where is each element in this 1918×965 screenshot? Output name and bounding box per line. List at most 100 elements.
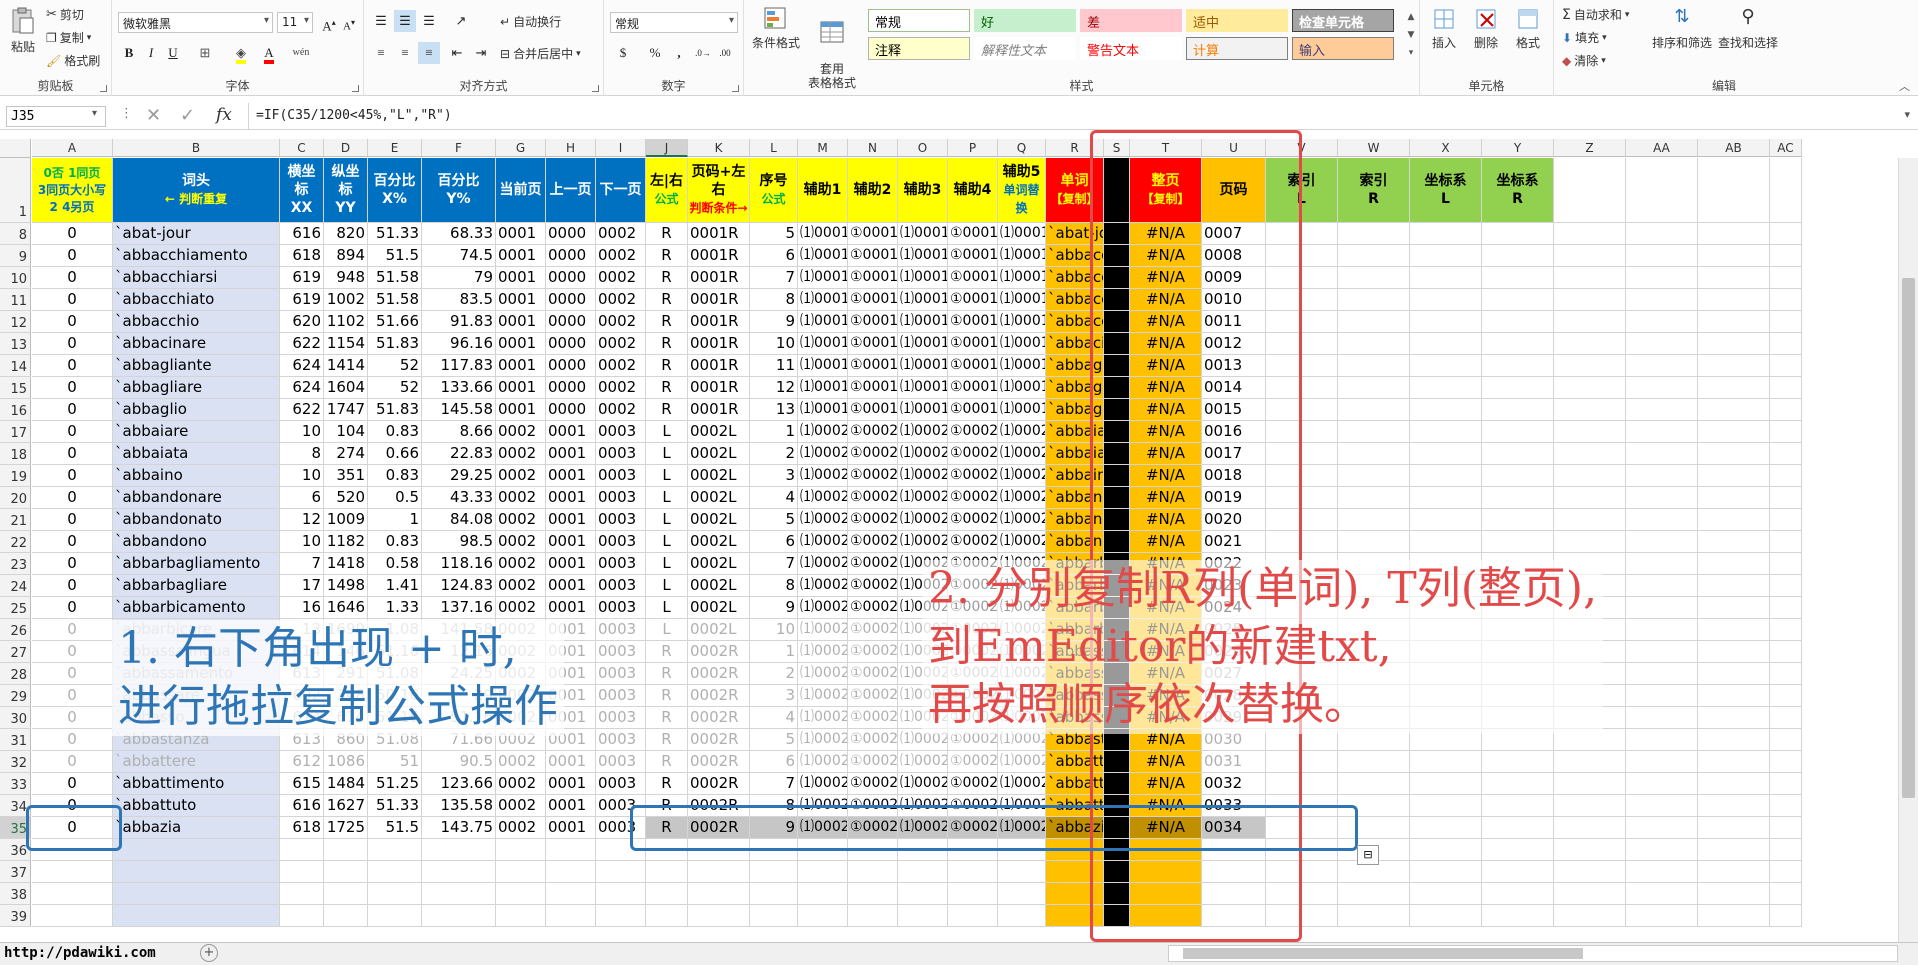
cell-z21[interactable] — [1554, 509, 1626, 531]
cell-aa26[interactable] — [1626, 619, 1698, 641]
cell-b16[interactable]: `abbaglio — [113, 399, 280, 421]
cell-a8[interactable]: 0 — [32, 223, 113, 245]
cell-m10[interactable]: ⑴0001_ — [798, 267, 848, 289]
cell-b20[interactable]: `abbandonare — [113, 487, 280, 509]
cell-t9[interactable]: #N/A — [1130, 245, 1202, 267]
cell-q12[interactable]: ⑴0001_ — [998, 311, 1046, 333]
cell-aa19[interactable] — [1626, 465, 1698, 487]
cell-h22[interactable]: 0001 — [546, 531, 596, 553]
cell-g22[interactable]: 0002 — [496, 531, 546, 553]
cell-f10[interactable]: 79 — [422, 267, 496, 289]
cell-m16[interactable]: ⑴0001_ — [798, 399, 848, 421]
column-header-l[interactable]: L — [750, 139, 798, 157]
cell-o35[interactable]: ⑴0002_ — [898, 817, 948, 839]
cell-r33[interactable]: `abbattimento — [1046, 773, 1104, 795]
header-cell-g[interactable]: 当前页 — [496, 158, 546, 223]
cell-k31[interactable]: 0002R — [688, 729, 750, 751]
cell-u34[interactable]: 0033 — [1202, 795, 1266, 817]
cell-t38[interactable] — [1130, 883, 1202, 905]
cell-g34[interactable]: 0002 — [496, 795, 546, 817]
cell-e13[interactable]: 51.83 — [368, 333, 422, 355]
cell-r18[interactable]: `abbaiata — [1046, 443, 1104, 465]
cell-s9[interactable] — [1104, 245, 1130, 267]
cell-d15[interactable]: 1604 — [324, 377, 368, 399]
cell-m24[interactable]: ⑴0002_ — [798, 575, 848, 597]
cell-s34[interactable] — [1104, 795, 1130, 817]
cell-x9[interactable] — [1410, 245, 1482, 267]
row-header[interactable]: 39 — [0, 905, 31, 927]
cell-e18[interactable]: 0.66 — [368, 443, 422, 465]
cell-x38[interactable] — [1410, 883, 1482, 905]
cell-w22[interactable] — [1338, 531, 1410, 553]
cell-m23[interactable]: ⑴0002_ — [798, 553, 848, 575]
cell-i39[interactable] — [596, 905, 646, 927]
row-header[interactable]: 32 — [0, 751, 31, 773]
cell-y12[interactable] — [1482, 311, 1554, 333]
cell-f19[interactable]: 29.25 — [422, 465, 496, 487]
cell-g36[interactable] — [496, 839, 546, 861]
cell-y38[interactable] — [1482, 883, 1554, 905]
cell-ac11[interactable] — [1770, 289, 1802, 311]
cell-z37[interactable] — [1554, 861, 1626, 883]
cell-i24[interactable]: 0003 — [596, 575, 646, 597]
cell-p36[interactable] — [948, 839, 998, 861]
cell-s32[interactable] — [1104, 751, 1130, 773]
cell-g8[interactable]: 0001 — [496, 223, 546, 245]
header-cell-aa[interactable] — [1626, 158, 1698, 223]
cell-ac17[interactable] — [1770, 421, 1802, 443]
row-header[interactable]: 18 — [0, 443, 31, 465]
cell-n19[interactable]: ①0002_ — [848, 465, 898, 487]
cell-y39[interactable] — [1482, 905, 1554, 927]
cell-aa35[interactable] — [1626, 817, 1698, 839]
header-cell-b[interactable]: 词头 ← 判断重复 — [113, 158, 280, 223]
cell-v36[interactable] — [1266, 839, 1338, 861]
cell-x20[interactable] — [1410, 487, 1482, 509]
cell-e33[interactable]: 51.25 — [368, 773, 422, 795]
cell-f15[interactable]: 133.66 — [422, 377, 496, 399]
column-header-s[interactable]: S — [1104, 139, 1130, 157]
cell-k37[interactable] — [688, 861, 750, 883]
cell-ac39[interactable] — [1770, 905, 1802, 927]
cell-i15[interactable]: 0002 — [596, 377, 646, 399]
cell-v34[interactable] — [1266, 795, 1338, 817]
vertical-scroll-thumb[interactable] — [1902, 278, 1915, 798]
cell-w34[interactable] — [1338, 795, 1410, 817]
cell-r19[interactable]: `abbaino — [1046, 465, 1104, 487]
cell-i13[interactable]: 0002 — [596, 333, 646, 355]
cell-h17[interactable]: 0001 — [546, 421, 596, 443]
cell-y34[interactable] — [1482, 795, 1554, 817]
cell-l23[interactable]: 7 — [750, 553, 798, 575]
cell-f9[interactable]: 74.5 — [422, 245, 496, 267]
cell-q21[interactable]: ⑴0002_ — [998, 509, 1046, 531]
cell-o37[interactable] — [898, 861, 948, 883]
cell-a12[interactable]: 0 — [32, 311, 113, 333]
column-header-v[interactable]: V — [1266, 139, 1338, 157]
cell-t12[interactable]: #N/A — [1130, 311, 1202, 333]
cell-o36[interactable] — [898, 839, 948, 861]
row-header[interactable]: 31 — [0, 729, 31, 751]
cell-l28[interactable]: 2 — [750, 663, 798, 685]
cell-t11[interactable]: #N/A — [1130, 289, 1202, 311]
cell-ab39[interactable] — [1698, 905, 1770, 927]
cell-aa20[interactable] — [1626, 487, 1698, 509]
cell-aa25[interactable] — [1626, 597, 1698, 619]
cell-k23[interactable]: 0002L — [688, 553, 750, 575]
cell-m36[interactable] — [798, 839, 848, 861]
cell-u33[interactable]: 0032 — [1202, 773, 1266, 795]
cell-d24[interactable]: 1498 — [324, 575, 368, 597]
row-header[interactable]: 34 — [0, 795, 31, 817]
cell-l32[interactable]: 6 — [750, 751, 798, 773]
cell-m8[interactable]: ⑴0001_ — [798, 223, 848, 245]
cell-d39[interactable] — [324, 905, 368, 927]
column-header-u[interactable]: U — [1202, 139, 1266, 157]
cell-aa21[interactable] — [1626, 509, 1698, 531]
cell-s20[interactable] — [1104, 487, 1130, 509]
cell-i36[interactable] — [596, 839, 646, 861]
cell-l9[interactable]: 6 — [750, 245, 798, 267]
cell-k30[interactable]: 0002R — [688, 707, 750, 729]
column-header-ac[interactable]: AC — [1770, 139, 1802, 157]
cell-f17[interactable]: 8.66 — [422, 421, 496, 443]
cell-ab24[interactable] — [1698, 575, 1770, 597]
cell-q39[interactable] — [998, 905, 1046, 927]
cell-e19[interactable]: 0.83 — [368, 465, 422, 487]
